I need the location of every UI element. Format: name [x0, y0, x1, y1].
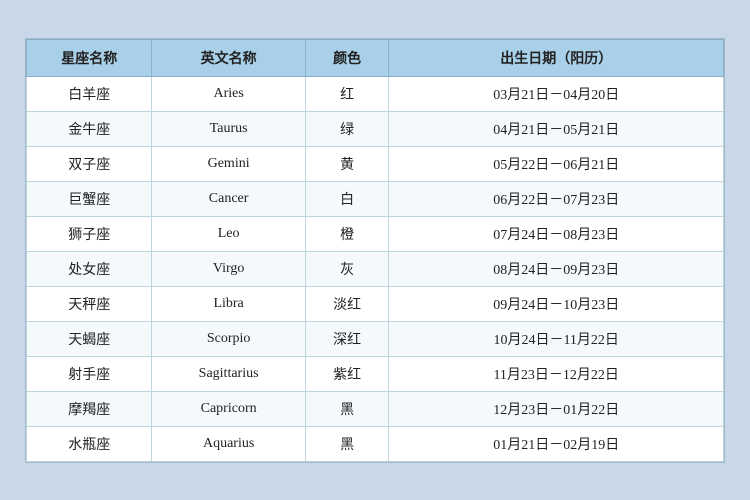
- cell-chinese-name: 水瓶座: [27, 426, 152, 461]
- table-row: 处女座Virgo灰08月24日－09月23日: [27, 251, 724, 286]
- table-row: 巨蟹座Cancer白06月22日－07月23日: [27, 181, 724, 216]
- cell-english-name: Scorpio: [152, 321, 305, 356]
- cell-english-name: Capricorn: [152, 391, 305, 426]
- table-row: 金牛座Taurus绿04月21日－05月21日: [27, 111, 724, 146]
- cell-english-name: Gemini: [152, 146, 305, 181]
- cell-chinese-name: 金牛座: [27, 111, 152, 146]
- cell-color: 黑: [305, 426, 389, 461]
- cell-color: 白: [305, 181, 389, 216]
- header-color: 颜色: [305, 39, 389, 76]
- cell-color: 黄: [305, 146, 389, 181]
- cell-english-name: Aquarius: [152, 426, 305, 461]
- cell-date: 01月21日－02月19日: [389, 426, 724, 461]
- cell-english-name: Virgo: [152, 251, 305, 286]
- header-english-name: 英文名称: [152, 39, 305, 76]
- table-row: 射手座Sagittarius紫红11月23日－12月22日: [27, 356, 724, 391]
- cell-english-name: Aries: [152, 76, 305, 111]
- cell-chinese-name: 巨蟹座: [27, 181, 152, 216]
- cell-date: 05月22日－06月21日: [389, 146, 724, 181]
- cell-date: 09月24日－10月23日: [389, 286, 724, 321]
- cell-chinese-name: 狮子座: [27, 216, 152, 251]
- cell-color: 深红: [305, 321, 389, 356]
- table-row: 天秤座Libra淡红09月24日－10月23日: [27, 286, 724, 321]
- cell-color: 红: [305, 76, 389, 111]
- cell-color: 灰: [305, 251, 389, 286]
- cell-color: 黑: [305, 391, 389, 426]
- cell-date: 06月22日－07月23日: [389, 181, 724, 216]
- cell-english-name: Taurus: [152, 111, 305, 146]
- cell-english-name: Leo: [152, 216, 305, 251]
- cell-date: 08月24日－09月23日: [389, 251, 724, 286]
- cell-english-name: Libra: [152, 286, 305, 321]
- cell-date: 07月24日－08月23日: [389, 216, 724, 251]
- cell-date: 12月23日－01月22日: [389, 391, 724, 426]
- cell-date: 10月24日－11月22日: [389, 321, 724, 356]
- cell-date: 03月21日－04月20日: [389, 76, 724, 111]
- table-row: 双子座Gemini黄05月22日－06月21日: [27, 146, 724, 181]
- cell-chinese-name: 双子座: [27, 146, 152, 181]
- cell-date: 11月23日－12月22日: [389, 356, 724, 391]
- cell-chinese-name: 天秤座: [27, 286, 152, 321]
- cell-english-name: Sagittarius: [152, 356, 305, 391]
- table-row: 摩羯座Capricorn黑12月23日－01月22日: [27, 391, 724, 426]
- cell-chinese-name: 射手座: [27, 356, 152, 391]
- table-row: 天蝎座Scorpio深红10月24日－11月22日: [27, 321, 724, 356]
- cell-color: 绿: [305, 111, 389, 146]
- header-date: 出生日期（阳历）: [389, 39, 724, 76]
- header-chinese-name: 星座名称: [27, 39, 152, 76]
- table-row: 水瓶座Aquarius黑01月21日－02月19日: [27, 426, 724, 461]
- cell-color: 橙: [305, 216, 389, 251]
- zodiac-table: 星座名称 英文名称 颜色 出生日期（阳历） 白羊座Aries红03月21日－04…: [26, 39, 724, 462]
- cell-chinese-name: 处女座: [27, 251, 152, 286]
- cell-color: 紫红: [305, 356, 389, 391]
- table-row: 白羊座Aries红03月21日－04月20日: [27, 76, 724, 111]
- cell-english-name: Cancer: [152, 181, 305, 216]
- zodiac-table-container: 星座名称 英文名称 颜色 出生日期（阳历） 白羊座Aries红03月21日－04…: [25, 38, 725, 463]
- table-header-row: 星座名称 英文名称 颜色 出生日期（阳历）: [27, 39, 724, 76]
- cell-date: 04月21日－05月21日: [389, 111, 724, 146]
- cell-color: 淡红: [305, 286, 389, 321]
- cell-chinese-name: 摩羯座: [27, 391, 152, 426]
- cell-chinese-name: 白羊座: [27, 76, 152, 111]
- table-row: 狮子座Leo橙07月24日－08月23日: [27, 216, 724, 251]
- cell-chinese-name: 天蝎座: [27, 321, 152, 356]
